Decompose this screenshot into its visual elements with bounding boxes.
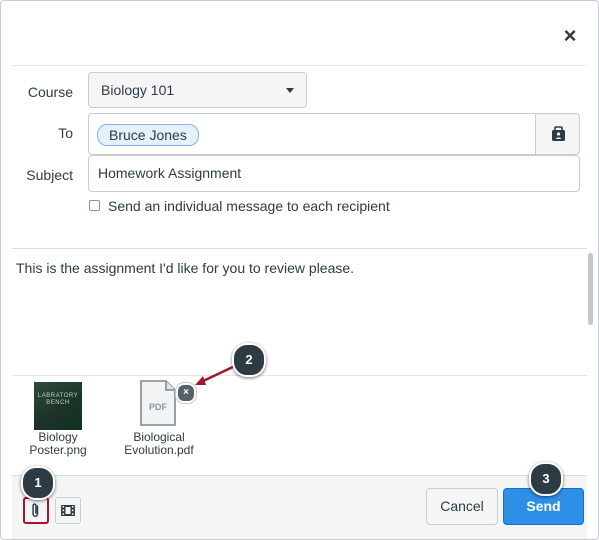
subject-label: Subject [26,167,73,183]
pdf-file-icon[interactable]: PDF [139,380,177,426]
course-label: Course [27,84,73,100]
attach-file-button[interactable] [23,497,49,524]
recipient-chip[interactable]: Bruce Jones [97,124,199,146]
message-scrollbar[interactable] [588,253,593,325]
callout-badge-2: 2 [232,343,266,377]
to-label: To [58,125,73,141]
thumbnail-caption: LABRATORY BENCH [37,393,79,406]
dialog-footer [12,475,587,539]
individual-message-checkbox[interactable] [89,200,100,211]
paperclip-icon [32,503,39,517]
body-divider [12,248,587,249]
pdf-icon-text: PDF [149,402,168,412]
cancel-button[interactable]: Cancel [426,488,498,525]
address-book-icon [552,126,565,141]
individual-message-label[interactable]: Send an individual message to each recip… [108,198,390,214]
attachment-name-line2: Poster.png [29,443,87,457]
address-book-button[interactable] [535,113,580,155]
compose-message-dialog: × Course Biology 101 To Bruce Jones Subj… [0,0,599,540]
callout-badge-3: 3 [529,462,563,496]
chevron-down-icon [286,88,294,93]
to-recipients-field[interactable]: Bruce Jones [88,113,536,155]
course-select-value: Biology 101 [101,82,175,98]
attachment-name: Biological Evolution.pdf [119,431,199,457]
course-select[interactable]: Biology 101 [88,72,307,108]
subject-input[interactable]: Homework Assignment [88,155,580,192]
media-icon [61,505,75,516]
attachment-name-line2: Evolution.pdf [124,443,194,457]
message-body-textarea[interactable]: This is the assignment I'd like for you … [16,259,576,277]
attachment-name: Biology Poster.png [21,431,95,457]
image-attachment-thumbnail[interactable]: LABRATORY BENCH [34,382,82,430]
record-media-button[interactable] [55,497,81,524]
header-divider [13,65,586,66]
close-button[interactable]: × [559,25,581,47]
attachments-divider [12,375,587,376]
callout-badge-1: 1 [21,466,55,500]
